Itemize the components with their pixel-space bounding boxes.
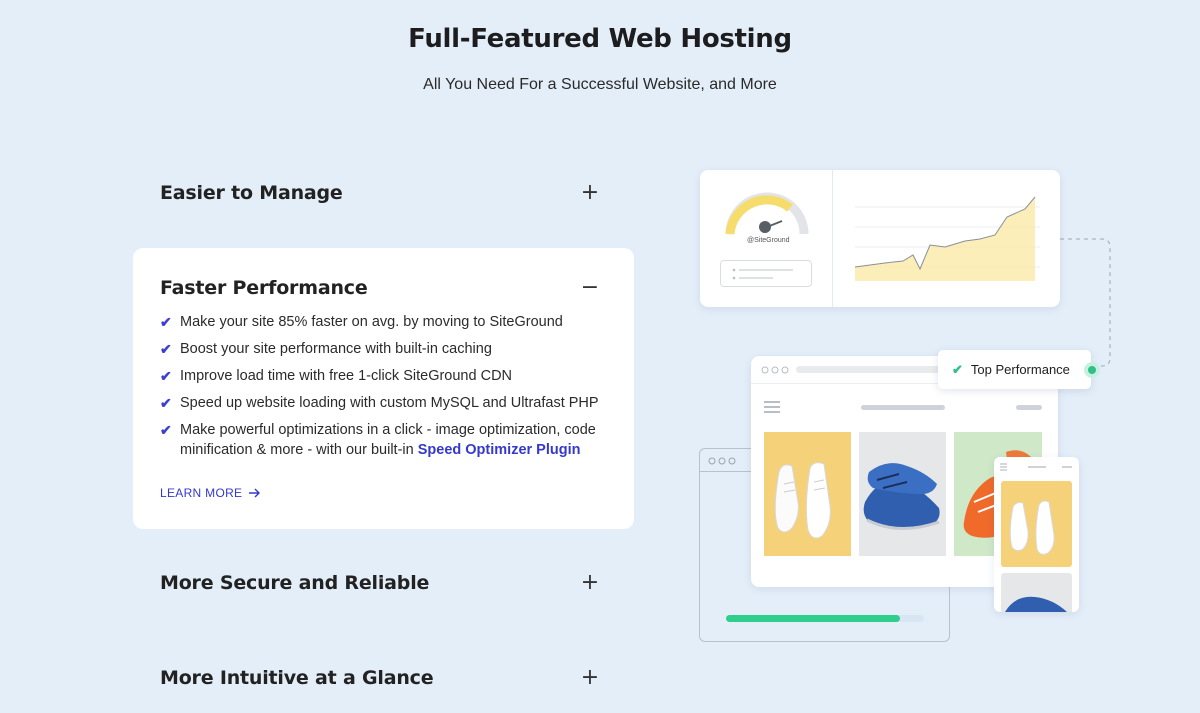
check-icon: ✔	[160, 368, 172, 384]
list-item: ✔ Make your site 85% faster on avg. by m…	[160, 312, 610, 332]
window-dots-icon	[761, 366, 789, 374]
white-sneakers-image	[774, 462, 831, 539]
list-item: ✔ Make powerful optimizations in a click…	[160, 420, 610, 460]
list-item: ✔ Boost your site performance with built…	[160, 339, 610, 359]
mini-list-icon	[732, 268, 793, 280]
top-performance-badge: ✔ Top Performance	[938, 350, 1091, 389]
nav-placeholder	[861, 405, 945, 410]
check-icon: ✔	[160, 395, 172, 411]
arrow-right-icon	[249, 488, 261, 498]
accordion-item-faster-performance: Faster Performance − ✔ Make your site 85…	[133, 248, 634, 529]
mobile-header-icon	[1000, 463, 1072, 471]
feature-text: Speed up website loading with custom MyS…	[180, 395, 599, 411]
accordion-title: More Intuitive at a Glance	[160, 667, 434, 689]
address-bar	[796, 366, 946, 373]
check-icon: ✔	[160, 314, 172, 330]
feature-text: Make powerful optimizations in a click -…	[180, 420, 610, 460]
feature-text: Improve load time with free 1-click Site…	[180, 368, 513, 384]
mobile-product-image-white	[1001, 481, 1072, 567]
blue-sneakers-image	[863, 463, 940, 531]
accordion-title: More Secure and Reliable	[160, 572, 430, 594]
product-image-white-sneakers	[764, 432, 851, 556]
page-title: Full-Featured Web Hosting	[408, 24, 792, 54]
accordion-title: Faster Performance	[160, 277, 368, 299]
learn-more-link[interactable]: LEARN MORE	[160, 486, 261, 500]
siteground-logo: @SiteGround	[747, 237, 790, 244]
loading-progress-bar	[726, 615, 924, 622]
check-icon: ✔	[160, 341, 172, 357]
hamburger-menu-icon	[764, 401, 780, 413]
accordion-item-more-intuitive[interactable]: More Intuitive at a Glance +	[160, 663, 600, 693]
white-sneakers-image	[1009, 500, 1055, 555]
list-item: ✔ Improve load time with free 1-click Si…	[160, 366, 610, 386]
accordion-item-more-secure[interactable]: More Secure and Reliable +	[160, 568, 600, 598]
mini-card	[720, 260, 812, 287]
speed-gauge-icon	[725, 192, 809, 235]
mobile-product-image-blue	[1001, 573, 1072, 612]
plus-icon[interactable]: +	[580, 182, 600, 204]
accordion-item-easier-to-manage[interactable]: Easier to Manage +	[160, 178, 600, 208]
progress-fill	[726, 615, 901, 622]
mobile-mockup	[994, 457, 1079, 612]
nav-placeholder	[1016, 405, 1042, 410]
performance-panel: @SiteGround	[700, 170, 1060, 307]
window-dots-icon	[708, 457, 736, 465]
blue-sneakers-image	[1005, 596, 1067, 612]
accordion-title: Easier to Manage	[160, 182, 343, 204]
status-dot	[1084, 362, 1100, 378]
learn-more-label: LEARN MORE	[160, 486, 243, 500]
badge-label: Top Performance	[970, 362, 1070, 377]
feature-text: Make your site 85% faster on avg. by mov…	[180, 314, 563, 330]
accordion-header-faster-performance[interactable]: Faster Performance −	[160, 273, 600, 303]
feature-list: ✔ Make your site 85% faster on avg. by m…	[160, 312, 610, 467]
list-item: ✔ Speed up website loading with custom M…	[160, 393, 610, 413]
plus-icon[interactable]: +	[580, 572, 600, 594]
panel-divider	[832, 170, 833, 307]
speed-optimizer-link[interactable]: Speed Optimizer Plugin	[418, 442, 581, 458]
page-subtitle: All You Need For a Successful Website, a…	[423, 76, 777, 93]
check-icon: ✔	[952, 361, 963, 377]
plus-icon[interactable]: +	[580, 667, 600, 689]
check-icon: ✔	[160, 422, 172, 438]
performance-chart	[854, 196, 1040, 281]
minus-icon[interactable]: −	[580, 277, 600, 299]
feature-text: Boost your site performance with built-i…	[180, 341, 492, 357]
product-image-blue-sneakers	[859, 432, 946, 556]
